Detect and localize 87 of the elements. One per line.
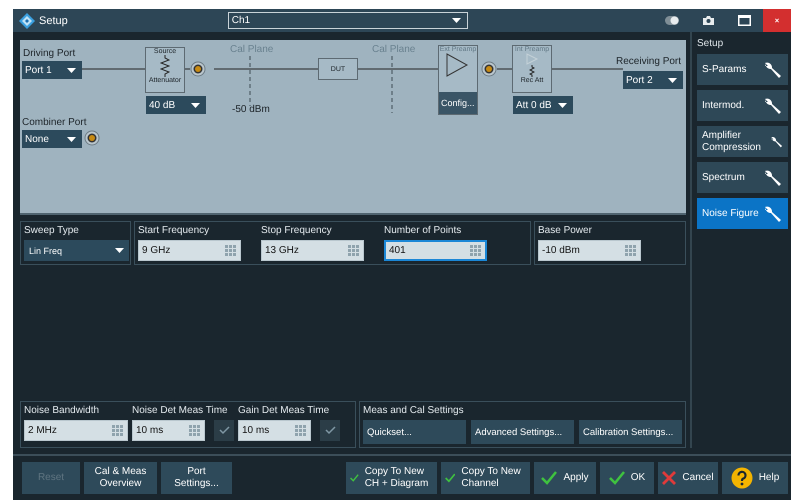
- keypad-icon: [225, 245, 236, 256]
- caret-icon: [67, 136, 76, 142]
- input-field[interactable]: 2 MHz: [24, 420, 128, 441]
- keypad-icon: [625, 245, 636, 256]
- check-icon: [541, 471, 558, 485]
- check-icon: [608, 471, 625, 485]
- setup-tab[interactable]: S-Params: [697, 54, 788, 85]
- signal-line: [184, 68, 190, 70]
- input-field[interactable]: 10 ms: [238, 420, 311, 441]
- wrench-icon: [763, 204, 783, 224]
- field-label: Gain Det Meas Time: [238, 405, 330, 416]
- wrench-icon: [763, 96, 783, 116]
- field-label: Noise Det Meas Time: [132, 405, 229, 416]
- settings-button[interactable]: Calibration Settings...: [579, 420, 682, 444]
- camera-icon[interactable]: [703, 16, 714, 25]
- caret-icon: [67, 68, 76, 72]
- power-reading: -50 dBm: [232, 104, 270, 115]
- group-label: Meas and Cal Settings: [363, 405, 465, 416]
- toggle-icon[interactable]: [665, 16, 679, 25]
- check-icon: [218, 426, 230, 435]
- port-label: Receiving Port: [616, 56, 682, 67]
- close-icon: [662, 471, 676, 485]
- attenuation-dropdown[interactable]: 40 dB: [146, 96, 206, 114]
- connector-icon: [481, 61, 497, 77]
- checkbox[interactable]: [214, 420, 234, 441]
- attenuation-dropdown[interactable]: Att 0 dB: [513, 96, 573, 114]
- keypad-icon: [470, 245, 481, 256]
- port-dropdown[interactable]: Port 1: [22, 61, 82, 79]
- logo-icon: [19, 12, 35, 28]
- setup-tab[interactable]: Intermod.: [697, 90, 788, 121]
- action-button[interactable]: Copy To New Channel: [441, 462, 530, 494]
- action-button[interactable]: OK: [600, 462, 654, 494]
- wrench-icon: [763, 168, 783, 188]
- action-button[interactable]: Cal & Meas Overview: [84, 462, 157, 494]
- signal-line: [82, 68, 146, 70]
- port-dropdown[interactable]: None: [22, 130, 82, 148]
- port-label: Combiner Port: [22, 117, 86, 128]
- sidebar-title: Setup: [697, 38, 724, 49]
- action-button[interactable]: Copy To New CH + Diagram: [346, 462, 437, 494]
- field-label: Noise Bandwidth: [24, 405, 100, 416]
- input-field[interactable]: 10 ms: [132, 420, 205, 441]
- checkbox[interactable]: [320, 420, 340, 441]
- setup-tab[interactable]: Spectrum: [697, 162, 788, 193]
- input-field[interactable]: 13 GHz: [261, 240, 364, 261]
- caret-icon: [558, 102, 567, 108]
- input-field[interactable]: 9 GHz: [138, 240, 241, 261]
- field-label: Sweep Type: [24, 225, 80, 236]
- field-label: Number of Points: [384, 225, 462, 236]
- action-button[interactable]: Apply: [534, 462, 596, 494]
- signal-line: [552, 68, 624, 70]
- settings-button[interactable]: Quickset...: [363, 420, 466, 444]
- check-icon: [445, 471, 456, 485]
- input-field[interactable]: -10 dBm: [538, 240, 641, 261]
- channel-dropdown[interactable]: Ch1: [228, 12, 468, 29]
- settings-button[interactable]: Advanced Settings...: [471, 420, 574, 444]
- keypad-icon: [112, 425, 123, 436]
- setup-tab[interactable]: Noise Figure: [697, 198, 788, 229]
- wrench-icon: [763, 60, 783, 80]
- sweep-type-dropdown[interactable]: Lin Freq: [24, 240, 129, 261]
- field-label: Base Power: [538, 225, 593, 236]
- action-button[interactable]: Help: [722, 462, 788, 494]
- setup-tab[interactable]: Amplifier Compression: [697, 126, 788, 157]
- maximize-icon[interactable]: [738, 15, 751, 26]
- field-label: Start Frequency: [138, 225, 210, 236]
- input-field[interactable]: 401: [384, 240, 487, 261]
- resistor-icon: [160, 55, 170, 77]
- resistor-icon: [529, 65, 535, 77]
- signal-line: [496, 68, 512, 70]
- connector-icon: [84, 130, 100, 146]
- window-title: Setup: [39, 14, 68, 26]
- keypad-icon: [348, 245, 359, 256]
- help-icon: [730, 467, 753, 489]
- keypad-icon: [295, 425, 306, 436]
- check-icon: [324, 426, 336, 435]
- field-label: Stop Frequency: [261, 225, 333, 236]
- amplifier-icon: [524, 53, 540, 65]
- caret-icon: [452, 18, 461, 23]
- action-button[interactable]: Cancel: [658, 462, 718, 494]
- keypad-icon: [189, 425, 200, 436]
- caret-icon: [115, 248, 124, 253]
- connector-icon: [190, 61, 206, 77]
- port-label: Driving Port: [23, 48, 76, 59]
- port-dropdown[interactable]: Port 2: [623, 71, 683, 89]
- caret-icon: [668, 78, 677, 82]
- caret-icon: [191, 102, 200, 108]
- action-button[interactable]: Port Settings...: [161, 462, 232, 494]
- config-button[interactable]: Config...: [439, 92, 477, 114]
